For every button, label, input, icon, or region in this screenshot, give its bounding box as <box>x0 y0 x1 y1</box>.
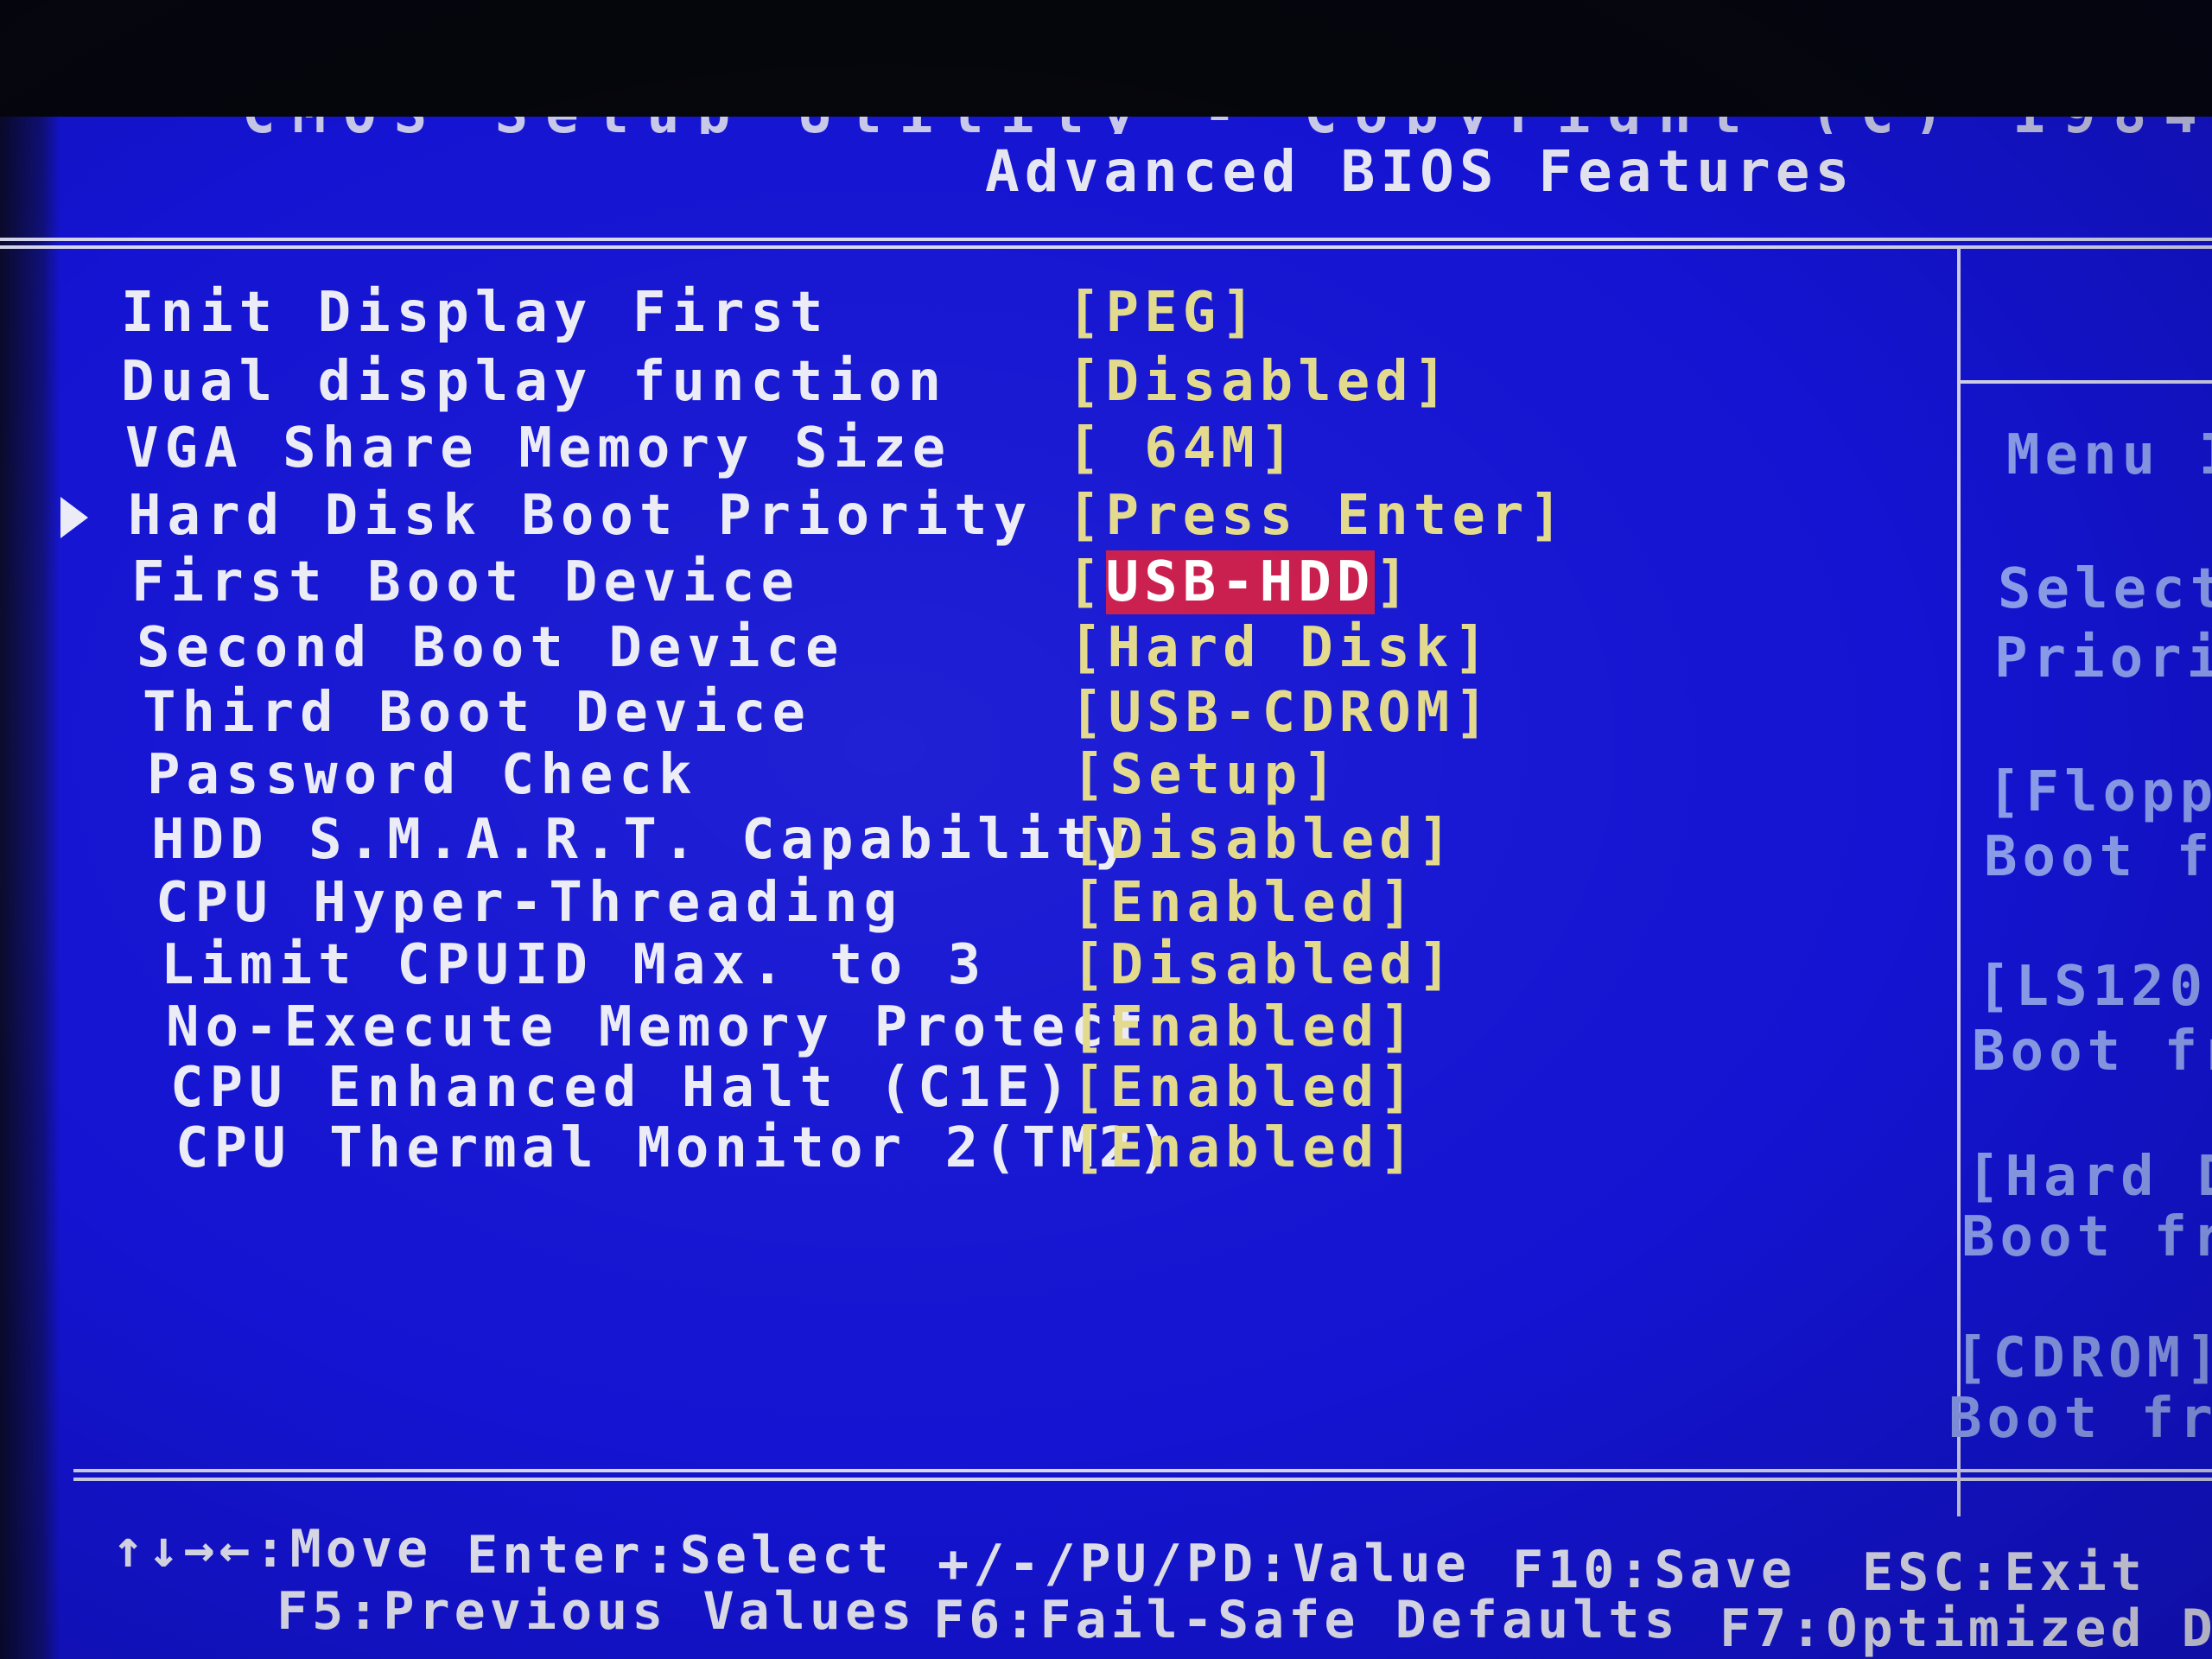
footer-move: ↑↓→←:Move <box>112 1519 433 1580</box>
setting-value[interactable]: [Press Enter] <box>1067 484 1567 548</box>
help-line: [Hard D <box>1967 1145 2212 1209</box>
footer-optimized-defaults: F7:Optimized D <box>1719 1599 2212 1659</box>
footer-previous-values: F5:Previous Values <box>276 1581 917 1642</box>
setting-value[interactable]: [Enabled] <box>1071 1116 1418 1180</box>
setting-label: CPU Thermal Monitor 2(TM2) <box>175 1116 1176 1180</box>
setting-value[interactable]: [PEG] <box>1067 281 1260 345</box>
footer-failsafe-defaults: F6:Fail-Safe Defaults <box>933 1590 1680 1650</box>
setting-value-selected[interactable]: [USB-HDD] <box>1067 550 1414 614</box>
footer-divider <box>73 1469 2212 1472</box>
setting-value[interactable]: [Setup] <box>1071 743 1341 807</box>
setting-label: No-Execute Memory Protect <box>166 995 1150 1059</box>
help-line: Select <box>1998 557 2212 621</box>
setting-value[interactable]: [USB-CDROM] <box>1070 681 1493 745</box>
setting-label: CPU Hyper-Threading <box>156 871 904 935</box>
footer-value: +/-/PU/PD:Value <box>938 1534 1471 1594</box>
help-line: [LS120] <box>1977 955 2212 1019</box>
monitor-bezel <box>0 117 60 1659</box>
help-line: Boot fr <box>1984 825 2212 889</box>
footer-divider-2 <box>73 1478 2212 1481</box>
setting-label: HDD S.M.A.R.T. Capability <box>151 808 1135 872</box>
page-title: Advanced BIOS Features <box>985 138 1855 205</box>
footer-exit: ESC:Exit <box>1862 1542 2146 1603</box>
help-panel-title: Menu I <box>2006 423 2212 487</box>
setting-label: Init Display First <box>121 281 830 345</box>
bracket-close: ] <box>1375 550 1414 614</box>
setting-label: Hard Disk Boot Priority <box>128 484 1033 548</box>
bracket-open: [ <box>1067 550 1106 614</box>
help-line: [Flopp <box>1987 760 2212 824</box>
setting-label: VGA Share Memory Size <box>125 416 952 480</box>
help-line: [CDROM] <box>1955 1326 2212 1390</box>
setting-label: Limit CPUID Max. to 3 <box>161 933 988 997</box>
setting-label: CPU Enhanced Halt (C1E) <box>170 1056 1076 1120</box>
header-utility-line: CMOS Setup Utility - Copyright (C) 1984-… <box>242 82 2195 134</box>
setting-label: Second Boot Device <box>137 616 845 680</box>
setting-label: Third Boot Device <box>143 681 812 745</box>
help-title-divider <box>1957 380 2212 384</box>
setting-value[interactable]: [Disabled] <box>1071 933 1456 997</box>
setting-value[interactable]: [ 64M] <box>1067 416 1298 480</box>
header-divider <box>0 238 2212 241</box>
setting-value[interactable]: [Enabled] <box>1071 1056 1418 1120</box>
help-line: Boot fr <box>1972 1020 2212 1084</box>
setting-value[interactable]: [Disabled] <box>1067 350 1452 414</box>
setting-label: Dual display function <box>121 350 948 414</box>
setting-label: Password Check <box>147 743 698 807</box>
footer-select: Enter:Select <box>467 1525 893 1586</box>
help-line: Priori <box>1994 626 2212 690</box>
setting-value[interactable]: [Disabled] <box>1071 808 1456 872</box>
header-divider-2 <box>0 245 2212 249</box>
setting-value[interactable]: [Enabled] <box>1071 995 1418 1059</box>
submenu-arrow-icon <box>60 497 88 538</box>
help-line: Boot fro <box>1948 1387 2212 1451</box>
setting-value[interactable]: [Enabled] <box>1071 871 1418 935</box>
setting-label: First Boot Device <box>131 550 801 614</box>
help-line: Boot fr <box>1961 1205 2212 1269</box>
selected-value-highlight[interactable]: USB-HDD <box>1105 550 1376 614</box>
setting-value[interactable]: [Hard Disk] <box>1069 616 1492 680</box>
